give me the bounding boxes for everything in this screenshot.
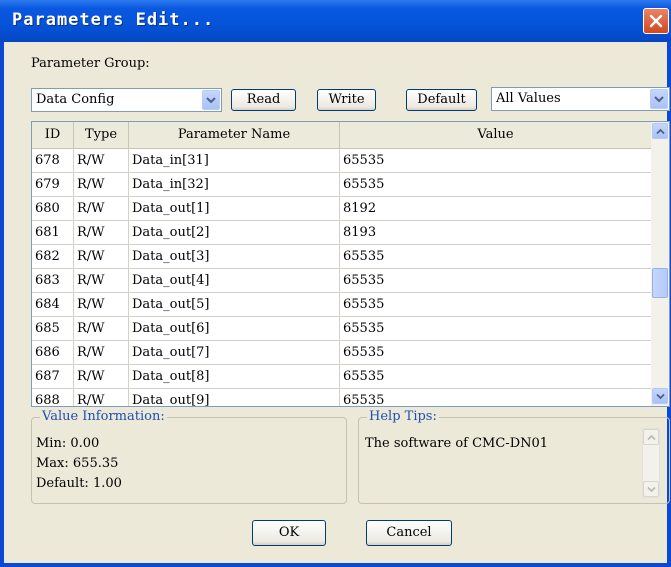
cell-value: 65535 — [340, 389, 652, 406]
help-tips-group: Help Tips: The software of CMC-DN01 — [358, 409, 670, 504]
title-bar[interactable]: Parameters Edit... — [0, 0, 671, 42]
scroll-up-button[interactable] — [652, 123, 668, 139]
cell-type: R/W — [74, 245, 129, 268]
cell-value: 65535 — [340, 317, 652, 340]
table-row[interactable]: 686 R/W Data_out[7] 65535 — [32, 341, 652, 365]
cell-id: 686 — [32, 341, 74, 364]
cell-type: R/W — [74, 293, 129, 316]
cell-id: 685 — [32, 317, 74, 340]
cell-id: 679 — [32, 173, 74, 196]
cell-id: 681 — [32, 221, 74, 244]
cell-parameter-name: Data_out[1] — [129, 197, 340, 220]
cell-type: R/W — [74, 173, 129, 196]
cell-value: 65535 — [340, 293, 652, 316]
chevron-up-icon — [655, 128, 665, 134]
cell-value: 65535 — [340, 269, 652, 292]
value-information-group: Value Information: Min: 0.00 Max: 655.35… — [31, 409, 347, 504]
cell-id: 684 — [32, 293, 74, 316]
default-button[interactable]: Default — [406, 89, 477, 111]
table-row[interactable]: 680 R/W Data_out[1] 8192 — [32, 197, 652, 221]
table-row[interactable]: 682 R/W Data_out[3] 65535 — [32, 245, 652, 269]
cell-id: 678 — [32, 149, 74, 172]
default-value: Default: 1.00 — [36, 476, 122, 491]
help-scroll-down-button[interactable] — [643, 481, 659, 497]
cell-id: 687 — [32, 365, 74, 388]
parameter-group-label: Parameter Group: — [31, 56, 150, 71]
cancel-button[interactable]: Cancel — [366, 520, 452, 546]
chevron-up-icon — [646, 434, 656, 440]
cell-parameter-name: Data_out[2] — [129, 221, 340, 244]
parameter-group-select[interactable]: Data Config — [31, 88, 222, 112]
cell-parameter-name: Data_in[32] — [129, 173, 340, 196]
chevron-down-icon[interactable] — [650, 89, 668, 109]
scroll-thumb[interactable] — [652, 268, 668, 298]
cell-type: R/W — [74, 341, 129, 364]
help-scroll-up-button[interactable] — [643, 429, 659, 445]
table-row[interactable]: 688 R/W Data_out[9] 65535 — [32, 389, 652, 406]
vertical-scrollbar[interactable] — [651, 122, 669, 406]
cell-parameter-name: Data_out[7] — [129, 341, 340, 364]
parameter-group-value: Data Config — [36, 92, 115, 107]
help-tips-scrollbar[interactable] — [642, 428, 660, 498]
ok-button[interactable]: OK — [252, 520, 326, 546]
cell-id: 688 — [32, 389, 74, 406]
value-filter-value: All Values — [496, 91, 561, 106]
parameters-edit-window: Parameters Edit... Parameter Group: Data… — [0, 0, 671, 567]
column-header-type[interactable]: Type — [74, 122, 129, 148]
cell-value: 65535 — [340, 245, 652, 268]
cell-type: R/W — [74, 365, 129, 388]
chevron-down-icon — [655, 393, 665, 399]
close-icon — [649, 14, 663, 28]
table-row[interactable]: 684 R/W Data_out[5] 65535 — [32, 293, 652, 317]
table-row[interactable]: 681 R/W Data_out[2] 8193 — [32, 221, 652, 245]
table-header: ID Type Parameter Name Value — [32, 122, 652, 149]
scroll-down-button[interactable] — [652, 388, 668, 404]
help-tips-text: The software of CMC-DN01 — [365, 436, 549, 451]
write-button[interactable]: Write — [317, 89, 376, 111]
max-value: Max: 655.35 — [36, 456, 119, 471]
read-button[interactable]: Read — [231, 89, 296, 111]
column-header-value[interactable]: Value — [340, 122, 652, 148]
cell-value: 65535 — [340, 365, 652, 388]
value-filter-select[interactable]: All Values — [491, 87, 670, 111]
cell-parameter-name: Data_out[3] — [129, 245, 340, 268]
column-header-parameter-name[interactable]: Parameter Name — [129, 122, 340, 148]
table-row[interactable]: 678 R/W Data_in[31] 65535 — [32, 149, 652, 173]
window-title: Parameters Edit... — [12, 10, 215, 30]
cell-parameter-name: Data_out[6] — [129, 317, 340, 340]
cell-value: 65535 — [340, 149, 652, 172]
parameters-table: ID Type Parameter Name Value 678 R/W Data_… — [31, 121, 670, 407]
cell-value: 65535 — [340, 173, 652, 196]
cell-type: R/W — [74, 269, 129, 292]
cell-parameter-name: Data_out[8] — [129, 365, 340, 388]
help-tips-legend: Help Tips: — [367, 409, 439, 424]
chevron-down-icon[interactable] — [202, 90, 220, 110]
table-row[interactable]: 679 R/W Data_in[32] 65535 — [32, 173, 652, 197]
cell-type: R/W — [74, 317, 129, 340]
min-value: Min: 0.00 — [36, 436, 100, 451]
close-button[interactable] — [643, 8, 669, 34]
column-header-id[interactable]: ID — [32, 122, 74, 148]
cell-type: R/W — [74, 197, 129, 220]
cell-parameter-name: Data_out[4] — [129, 269, 340, 292]
cell-type: R/W — [74, 221, 129, 244]
cell-parameter-name: Data_out[9] — [129, 389, 340, 406]
cell-id: 680 — [32, 197, 74, 220]
table-row[interactable]: 685 R/W Data_out[6] 65535 — [32, 317, 652, 341]
cell-value: 65535 — [340, 341, 652, 364]
table-row[interactable]: 687 R/W Data_out[8] 65535 — [32, 365, 652, 389]
cell-id: 683 — [32, 269, 74, 292]
cell-type: R/W — [74, 149, 129, 172]
cell-value: 8193 — [340, 221, 652, 244]
cell-id: 682 — [32, 245, 74, 268]
cell-parameter-name: Data_out[5] — [129, 293, 340, 316]
cell-type: R/W — [74, 389, 129, 406]
cell-value: 8192 — [340, 197, 652, 220]
table-row[interactable]: 683 R/W Data_out[4] 65535 — [32, 269, 652, 293]
cell-parameter-name: Data_in[31] — [129, 149, 340, 172]
chevron-down-icon — [646, 486, 656, 492]
value-information-legend: Value Information: — [40, 409, 167, 424]
